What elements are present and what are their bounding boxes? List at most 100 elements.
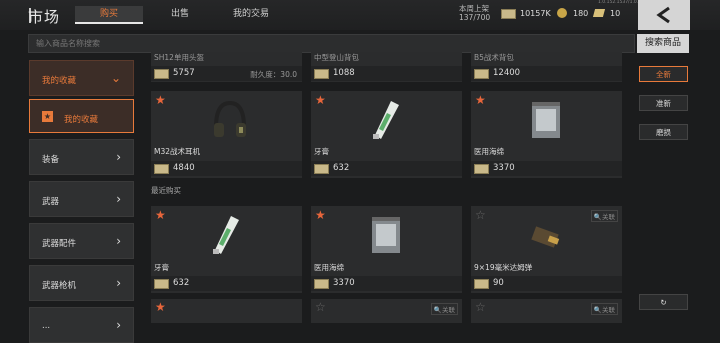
item-name: 牙膏	[314, 147, 329, 156]
item-price: 90	[493, 278, 504, 288]
tab-buy[interactable]: 购买	[75, 6, 143, 24]
cash-icon	[501, 9, 516, 19]
sidebar-item-weapons[interactable]: 武器 ›	[29, 181, 134, 217]
follow-label: 关联	[442, 306, 455, 314]
item-name: B5战术背包	[474, 53, 514, 62]
star-filled-icon[interactable]: ★	[155, 300, 166, 314]
star-outline-icon[interactable]: ☆	[475, 300, 486, 314]
item-durability: 耐久度：30.0	[250, 70, 297, 79]
star-outline-icon[interactable]: ☆	[475, 208, 486, 222]
star-outline-icon[interactable]: ☆	[315, 300, 326, 314]
item-price: 5757	[173, 68, 195, 78]
item-card[interactable]: ★ 医用海绵 3370	[311, 206, 462, 293]
search-button[interactable]: 搜索商品	[637, 34, 689, 53]
chevron-right-icon: ›	[116, 192, 121, 206]
chevron-right-icon: ›	[116, 276, 121, 290]
price-bar: 12400	[471, 66, 622, 81]
item-price: 4840	[173, 163, 195, 173]
item-card[interactable]: 中型登山背包 1088	[311, 52, 462, 82]
filter-like-new[interactable]: 准新	[639, 95, 688, 111]
price-bar: 90	[471, 276, 622, 291]
sidebar-item-label: 武器配件	[42, 239, 77, 249]
item-card[interactable]: ☆ 🔍关联	[471, 299, 622, 323]
item-card[interactable]: SH12单用头盔 5757 耐久度：30.0	[151, 52, 302, 82]
back-button[interactable]	[638, 0, 690, 30]
weekly-listing-label: 本周上架	[459, 4, 489, 13]
tab-sell[interactable]: 出售	[150, 6, 210, 22]
filter-worn[interactable]: 磨损	[639, 124, 688, 140]
item-card[interactable]: ★ 牙膏 632	[151, 206, 302, 293]
chevron-right-icon: ›	[116, 234, 121, 248]
cash-icon	[314, 164, 329, 174]
follow-tag[interactable]: 🔍关联	[590, 210, 618, 222]
coin-icon	[557, 8, 567, 18]
item-card[interactable]: ★ M32战术耳机 4840	[151, 91, 302, 178]
refresh-button[interactable]: ↻	[639, 294, 688, 310]
cash-icon	[474, 164, 489, 174]
page-title: 市场	[28, 8, 61, 26]
chevron-right-icon: ›	[116, 318, 121, 332]
sidebar-item-favorites-header[interactable]: 我的收藏 ⌄	[29, 60, 134, 96]
star-filled-icon[interactable]: ★	[315, 93, 326, 107]
item-card[interactable]: ★	[151, 299, 302, 323]
item-card[interactable]: B5战术背包 12400	[471, 52, 622, 82]
ticket-value: 10	[610, 9, 621, 18]
chevron-left-icon	[656, 6, 670, 24]
weekly-listing: 本周上架 137/700	[459, 4, 490, 22]
sidebar-item-favorites[interactable]: ★ 我的收藏	[29, 99, 134, 133]
sponge-bag-icon	[372, 217, 400, 253]
item-name: 中型登山背包	[314, 53, 359, 62]
item-card[interactable]: ★ 医用海绵 3370	[471, 91, 622, 178]
star-filled-icon[interactable]: ★	[475, 93, 486, 107]
sidebar-item-label: 武器	[42, 197, 60, 207]
price-bar: 632	[311, 161, 462, 176]
sidebar-item-label: 我的收藏	[42, 76, 77, 86]
item-price: 632	[173, 278, 190, 288]
sidebar-item-more[interactable]: ... ›	[29, 307, 134, 343]
weekly-listing-count: 137/700	[459, 13, 491, 22]
price-bar: 3370	[471, 161, 622, 176]
star-filled-icon[interactable]: ★	[315, 208, 326, 222]
sidebar-item-gear[interactable]: 装备 ›	[29, 139, 134, 175]
price-bar: 4840	[151, 161, 302, 176]
item-price: 3370	[493, 163, 515, 173]
chevron-down-icon: ⌄	[110, 71, 121, 85]
cash-icon	[154, 69, 169, 79]
sponge-bag-icon	[532, 102, 560, 138]
follow-tag[interactable]: 🔍关联	[590, 303, 618, 315]
star-filled-icon[interactable]: ★	[155, 208, 166, 222]
star-badge-icon: ★	[42, 111, 53, 122]
cash-icon	[474, 279, 489, 289]
cash-icon	[154, 279, 169, 289]
chevron-right-icon: ›	[116, 150, 121, 164]
sidebar-item-weapon-actions[interactable]: 武器枪机 ›	[29, 265, 134, 301]
item-name: SH12单用头盔	[154, 53, 204, 62]
tab-my-trades[interactable]: 我的交易	[220, 6, 282, 22]
price-bar: 1088	[311, 66, 462, 81]
toothpaste-icon	[373, 101, 399, 139]
cash-value: 10157K	[520, 9, 551, 18]
item-card[interactable]: ☆ 🔍关联 9×19毫米达姆弹 90	[471, 206, 622, 293]
cash-icon	[474, 69, 489, 79]
follow-tag[interactable]: 🔍关联	[430, 303, 458, 315]
sidebar-item-label: 我的收藏	[64, 115, 99, 125]
ticket-icon	[592, 9, 606, 17]
coin-value: 180	[573, 9, 589, 18]
item-name: 医用海绵	[314, 263, 344, 272]
sidebar-item-label: 武器枪机	[42, 281, 77, 291]
item-price: 12400	[493, 68, 521, 78]
item-card[interactable]: ☆ 🔍关联	[311, 299, 462, 323]
cash-icon	[314, 69, 329, 79]
item-name: 9×19毫米达姆弹	[474, 263, 533, 272]
cash-icon	[314, 279, 329, 289]
sidebar-item-weapon-attachments[interactable]: 武器配件 ›	[29, 223, 134, 259]
toothpaste-icon	[213, 216, 239, 254]
price-bar: 632	[151, 276, 302, 291]
search-input[interactable]: 输入商品名称搜索	[28, 34, 635, 53]
item-name: 医用海绵	[474, 147, 504, 156]
star-filled-icon[interactable]: ★	[155, 93, 166, 107]
filter-new[interactable]: 全新	[639, 66, 688, 82]
cash-icon	[154, 164, 169, 174]
item-name: 牙膏	[154, 263, 169, 272]
item-card[interactable]: ★ 牙膏 632	[311, 91, 462, 178]
